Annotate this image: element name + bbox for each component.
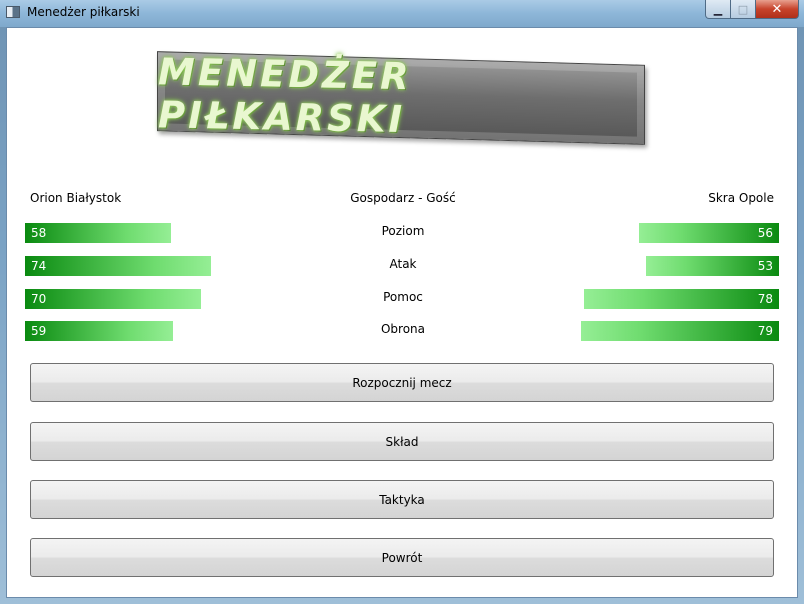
logo-banner: MENEDŻER PIŁKARSKI <box>157 50 645 145</box>
away-stat-bar-attack: 53 <box>646 256 779 276</box>
window-client-area: MENEDŻER PIŁKARSKI Orion Białystok Gospo… <box>6 27 798 598</box>
away-stat-bar-defense: 79 <box>581 321 779 341</box>
maximize-button[interactable]: □ <box>731 0 756 19</box>
tactics-button[interactable]: Taktyka <box>30 480 774 519</box>
start-match-button[interactable]: Rozpocznij mecz <box>30 363 774 402</box>
back-button[interactable]: Powrót <box>30 538 774 577</box>
match-header: Gospodarz - Gość <box>350 191 456 205</box>
away-stat-value-attack: 53 <box>757 259 773 273</box>
window-controls: ▁ □ ✕ <box>705 0 799 19</box>
app-icon <box>6 6 20 18</box>
away-stat-value-level: 56 <box>757 226 773 240</box>
away-stat-bar-midfield: 78 <box>584 289 779 309</box>
away-stat-value-midfield: 78 <box>757 292 773 306</box>
away-stat-value-defense: 79 <box>757 324 773 338</box>
away-stat-bar-level: 56 <box>639 223 779 243</box>
squad-button[interactable]: Skład <box>30 422 774 461</box>
window-title: Menedżer piłkarski <box>27 5 140 19</box>
minimize-button[interactable]: ▁ <box>705 0 731 19</box>
logo-text: MENEDŻER PIŁKARSKI <box>158 50 412 142</box>
close-button[interactable]: ✕ <box>756 0 799 19</box>
title-bar[interactable]: Menedżer piłkarski ▁ □ ✕ <box>0 0 804 27</box>
away-team-name: Skra Opole <box>708 191 774 205</box>
